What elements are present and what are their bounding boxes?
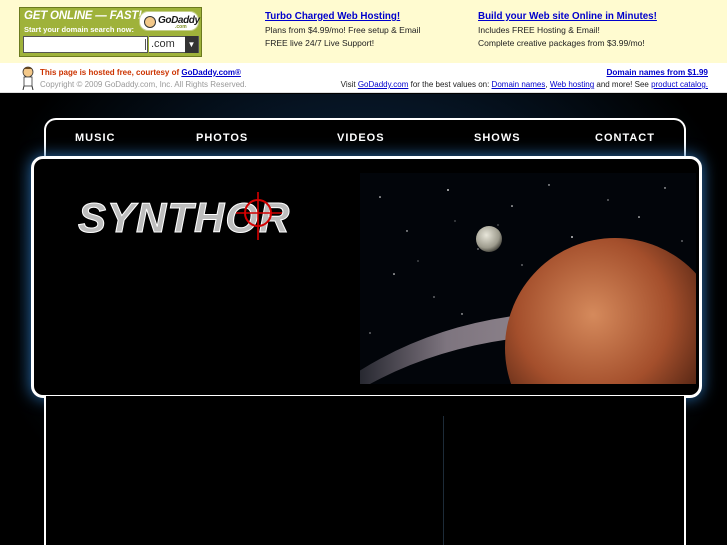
synthor-logo[interactable]: SYNTHOR [76, 192, 316, 242]
website-builder-link[interactable]: Build your Web site Online in Minutes! [478, 10, 657, 23]
text-cursor [145, 39, 146, 50]
godaddy-logo[interactable]: GoDaddy .com [139, 11, 200, 31]
domain-search-input[interactable] [23, 36, 148, 53]
hosted-notice: This page is hosted free, courtesy of Go… [40, 68, 241, 77]
nav-shows[interactable]: SHOWS [474, 132, 521, 144]
hosted-notice-text: This page is hosted free, courtesy of [40, 68, 182, 77]
godaddy-home-link[interactable]: GoDaddy.com® [181, 68, 241, 77]
hosting-promo: Turbo Charged Web Hosting! Plans from $4… [265, 10, 420, 50]
godaddy-guy-icon [22, 66, 34, 90]
site-header: SYNTHOR [31, 156, 702, 398]
website-builder-promo: Build your Web site Online in Minutes! I… [478, 10, 657, 50]
godaddy-info-bar: This page is hosted free, courtesy of Go… [0, 63, 727, 93]
planet-image [360, 173, 696, 384]
website-builder-line1: Includes FREE Hosting & Email! [478, 25, 600, 35]
godaddy-mascot-icon [144, 16, 156, 28]
domain-names-text-link[interactable]: Domain names [492, 80, 546, 89]
website-builder-line2: Complete creative packages from $3.99/mo… [478, 38, 645, 48]
copyright-text: Copyright © 2009 GoDaddy.com, Inc. All R… [40, 80, 247, 89]
column-divider [443, 416, 444, 545]
nav-photos[interactable]: PHOTOS [196, 132, 248, 144]
ad-title: GET ONLINE — FAST! [24, 10, 142, 22]
main-nav: MUSIC PHOTOS VIDEOS SHOWS CONTACT [44, 118, 686, 158]
visit-prefix: Visit [340, 80, 358, 89]
content-area [44, 396, 686, 545]
nav-videos[interactable]: VIDEOS [337, 132, 385, 144]
visit-godaddy-link[interactable]: GoDaddy.com [358, 80, 409, 89]
godaddy-logo-tld: .com [175, 24, 187, 30]
product-catalog-link[interactable]: product catalog. [651, 80, 708, 89]
nav-contact[interactable]: CONTACT [595, 132, 655, 144]
hosting-promo-line1: Plans from $4.99/mo! Free setup & Email [265, 25, 421, 35]
godaddy-domain-ad[interactable]: GET ONLINE — FAST! Start your domain sea… [19, 7, 202, 57]
synthor-site: MUSIC PHOTOS VIDEOS SHOWS CONTACT SYNTHO… [0, 94, 727, 545]
planet-artwork [360, 173, 696, 384]
nav-music[interactable]: MUSIC [75, 132, 115, 144]
chevron-down-icon[interactable]: ▼ [185, 36, 198, 53]
godaddy-banner: GET ONLINE — FAST! Start your domain sea… [0, 0, 727, 63]
domain-names-link[interactable]: Domain names from $1.99 [607, 68, 708, 77]
web-hosting-link[interactable]: Web hosting [550, 80, 594, 89]
hosting-promo-link[interactable]: Turbo Charged Web Hosting! [265, 10, 420, 23]
visit-notice: Visit GoDaddy.com for the best values on… [341, 80, 708, 89]
hosting-promo-line2: FREE live 24/7 Live Support! [265, 38, 375, 48]
ad-subtitle: Start your domain search now: [24, 25, 135, 34]
visit-middle: for the best values on: [408, 80, 492, 89]
visit-suffix: and more! See [594, 80, 652, 89]
tld-select-value: .com [151, 38, 175, 50]
